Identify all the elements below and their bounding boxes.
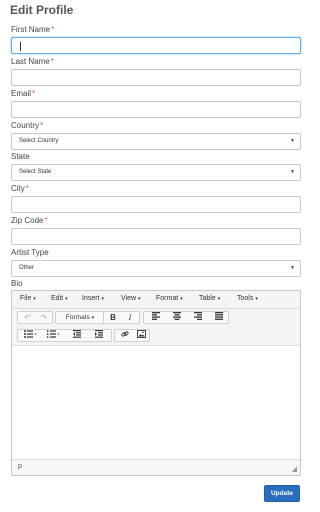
last-name-label: Last Name* (11, 57, 54, 67)
align-center-icon[interactable] (168, 312, 186, 323)
chevron-down-icon: ▾ (33, 296, 36, 302)
chevron-down-icon: ▾ (217, 296, 221, 302)
menu-table-label: Table (199, 295, 216, 302)
required-marker: * (32, 89, 36, 98)
resize-handle-icon[interactable]: ◢ (292, 465, 297, 473)
align-right-icon[interactable] (189, 312, 207, 323)
text-caret (20, 42, 21, 51)
dropdown-arrow-icon: ▼ (290, 138, 295, 144)
menu-file[interactable]: File ▾ (20, 295, 36, 302)
state-select[interactable]: Select State ▼ (11, 164, 301, 181)
bullet-list-icon[interactable] (20, 330, 40, 341)
artist-type-label: Artist Type (11, 248, 49, 258)
menu-file-label: File (20, 295, 32, 302)
indent-icon[interactable] (90, 330, 108, 341)
dropdown-arrow-icon: ▼ (290, 169, 295, 175)
history-group: ↶ ↷ (17, 311, 53, 324)
menu-edit[interactable]: Edit ▾ (51, 295, 68, 302)
state-label-text: State (11, 152, 30, 161)
editor-menubar: File ▾ Edit ▾ Insert ▾ View ▾ Format ▾ Table ▾… (12, 291, 300, 309)
country-label-text: Country (11, 121, 40, 130)
first-name-input[interactable] (11, 37, 301, 54)
zip-code-label-text: Zip Code (11, 216, 44, 225)
menu-edit-label: Edit (51, 295, 64, 302)
toolbar-divider (103, 312, 104, 323)
dropdown-arrow-icon: ▼ (290, 265, 295, 271)
first-name-label-text: First Name (11, 25, 51, 34)
bio-rich-text-editor: File ▾ Edit ▾ Insert ▾ View ▾ Format ▾ Table ▾… (11, 290, 301, 476)
image-icon[interactable] (134, 330, 149, 341)
formats-dropdown[interactable]: Formats ▾ (59, 312, 101, 323)
menu-format-label: Format (156, 295, 179, 302)
artist-type-selected-value: Other (19, 265, 35, 271)
italic-button[interactable]: I (123, 312, 137, 323)
bold-button[interactable]: B (106, 312, 120, 323)
formats-label: Formats (65, 314, 90, 321)
required-marker: * (44, 216, 48, 225)
chevron-down-icon: ▾ (101, 296, 105, 302)
email-label: Email* (11, 89, 35, 99)
menu-format[interactable]: Format ▾ (156, 295, 183, 302)
menu-view-label: View (121, 295, 137, 302)
link-icon[interactable] (117, 330, 132, 341)
menu-insert-label: Insert (82, 295, 100, 302)
required-marker: * (51, 25, 55, 34)
artist-type-label-text: Artist Type (11, 248, 49, 257)
update-button[interactable]: Update (264, 485, 300, 502)
chevron-down-icon: ▾ (180, 296, 183, 302)
editor-toolbar-row-2 (12, 327, 300, 345)
state-selected-value: Select State (19, 169, 52, 175)
first-name-label: First Name* (11, 25, 54, 35)
last-name-label-text: Last Name (11, 57, 50, 66)
alignment-group (143, 311, 229, 324)
formatting-group: Formats ▾ B I (55, 311, 140, 324)
numbered-list-icon[interactable] (43, 330, 63, 341)
city-label-text: City (11, 184, 25, 193)
state-label: State (11, 152, 30, 162)
bio-editor-content[interactable] (12, 345, 300, 460)
chevron-down-icon: ▾ (138, 296, 141, 302)
required-marker: * (50, 57, 54, 66)
required-marker: * (25, 184, 29, 193)
editor-statusbar: p ◢ (12, 459, 300, 475)
outdent-icon[interactable] (68, 330, 86, 341)
last-name-input[interactable] (11, 69, 301, 86)
align-left-icon[interactable] (147, 312, 165, 323)
country-label: Country* (11, 121, 43, 131)
undo-icon[interactable]: ↶ (20, 312, 35, 323)
chevron-down-icon: ▾ (91, 315, 95, 321)
city-label: City* (11, 184, 29, 194)
city-input[interactable] (11, 196, 301, 213)
page-title: Edit Profile (10, 3, 74, 17)
email-label-text: Email (11, 89, 32, 98)
bio-label-text: Bio (11, 279, 23, 288)
menu-view[interactable]: View ▾ (121, 295, 141, 302)
list-indent-group (17, 329, 112, 342)
zip-code-label: Zip Code* (11, 216, 48, 226)
email-input[interactable] (11, 101, 301, 118)
menu-tools[interactable]: Tools ▾ (237, 295, 258, 302)
menu-tools-label: Tools (237, 295, 254, 302)
country-select[interactable]: Select Country ▼ (11, 133, 301, 150)
chevron-down-icon: ▾ (65, 296, 68, 302)
zip-code-input[interactable] (11, 228, 301, 245)
menu-insert[interactable]: Insert ▾ (82, 295, 104, 302)
bio-label: Bio (11, 279, 23, 289)
editor-toolbar-row-1: ↶ ↷ Formats ▾ B I (12, 309, 300, 327)
align-justify-icon[interactable] (210, 312, 228, 323)
element-path[interactable]: p (18, 463, 22, 470)
menu-table[interactable]: Table ▾ (199, 295, 220, 302)
insert-group (114, 329, 150, 342)
country-selected-value: Select Country (19, 138, 59, 144)
chevron-down-icon: ▾ (255, 296, 258, 302)
required-marker: * (40, 121, 44, 130)
redo-icon[interactable]: ↷ (36, 312, 51, 323)
artist-type-select[interactable]: Other ▼ (11, 260, 301, 277)
